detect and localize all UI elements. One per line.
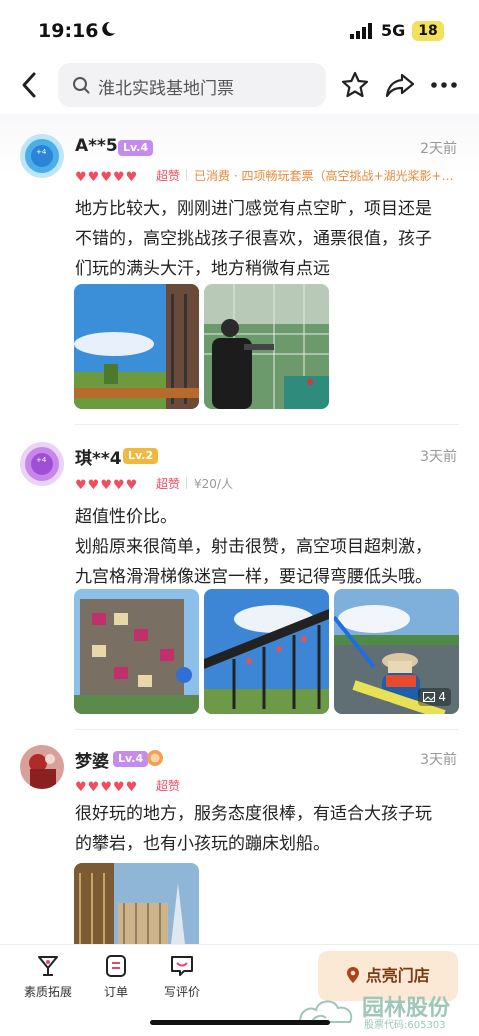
review-time: 3天前: [420, 752, 457, 768]
avatar[interactable]: [20, 745, 64, 789]
rating-praise: 超赞: [156, 169, 181, 183]
status-time: 19:16: [38, 20, 99, 42]
photo-count-badge: 4: [417, 688, 451, 706]
search-icon: [73, 77, 90, 94]
meta-separator: [186, 477, 187, 489]
level-badge: Lv.4: [113, 751, 149, 767]
home-indicator: [150, 1020, 330, 1025]
rating-praise: 超赞: [156, 779, 181, 793]
status-bar: 19:16 5G 18: [0, 0, 479, 58]
avatar[interactable]: +4: [20, 134, 64, 178]
signal-icon: [350, 23, 372, 39]
review-text[interactable]: 超值性价比。 划船原来很简单，射击很赞，高空项目超刺激， 九宫格滑滑梯像迷宫一样…: [75, 502, 465, 592]
tool-expand[interactable]: 素质拓展: [18, 953, 78, 1000]
top-nav: 淮北实践基地门票: [0, 58, 479, 114]
search-input[interactable]: 淮北实践基地门票: [58, 63, 326, 107]
review-item: +4 A**5 Lv.4 2天前 ♥♥♥♥♥ 超赞 已消费 · 四项畅玩套票（高…: [0, 114, 479, 424]
tool-orders-label: 订单: [103, 985, 128, 999]
search-text: 淮北实践基地门票: [98, 79, 234, 99]
rating-hearts: ♥♥♥♥♥: [75, 478, 138, 493]
svg-text:+4: +4: [36, 456, 47, 464]
tool-orders[interactable]: 订单: [86, 953, 146, 1000]
price-per-person: ¥20/人: [194, 477, 233, 491]
rating-praise: 超赞: [156, 477, 181, 491]
favorite-star-icon[interactable]: [340, 70, 370, 100]
review-photo[interactable]: [74, 589, 199, 714]
review-photo[interactable]: [204, 284, 329, 409]
network-type: 5G: [381, 21, 406, 40]
user-name[interactable]: A**5: [75, 136, 118, 156]
order-icon: [106, 955, 126, 977]
avatar[interactable]: +4: [20, 442, 64, 486]
user-name[interactable]: 琪**4: [75, 444, 122, 469]
photo-count: 4: [438, 690, 446, 704]
review-time: 3天前: [420, 449, 457, 465]
review-text[interactable]: 很好玩的地方，服务态度很棒，有适合大孩子玩 的攀岩，也有小孩玩的蹦床划船。: [75, 799, 465, 859]
level-badge: Lv.4: [118, 140, 154, 156]
achievement-badge-icon: [147, 750, 163, 766]
purchase-info[interactable]: 已消费 · 四项畅玩套票（高空挑战+湖光桨影+…: [194, 167, 460, 184]
review-photo[interactable]: [74, 863, 199, 944]
meta-separator: [186, 169, 187, 181]
moon-icon: [102, 21, 115, 36]
rating-hearts: ♥♥♥♥♥: [75, 780, 138, 795]
review-photo[interactable]: 4: [334, 589, 459, 714]
review-time: 2天前: [420, 141, 457, 157]
review-item: +4 琪**4 Lv.2 3天前 ♥♥♥♥♥ 超赞 ¥20/人 超值性价比。 划…: [0, 424, 479, 729]
battery-indicator: 18: [412, 21, 444, 41]
rating-hearts: ♥♥♥♥♥: [75, 170, 138, 185]
review-photo[interactable]: [204, 589, 329, 714]
watermark-code: 股票代码:605303: [364, 1020, 446, 1031]
cocktail-icon: [38, 956, 58, 976]
svg-text:+4: +4: [36, 148, 47, 156]
back-icon[interactable]: [18, 70, 40, 100]
review-text[interactable]: 地方比较大，刚刚进门感觉有点空旷，项目还是 不错的，高空挑战孩子很喜欢，通票很值…: [75, 194, 465, 284]
share-icon[interactable]: [384, 70, 416, 100]
write-review-icon: [171, 956, 193, 976]
review-item: 梦婆 Lv.4 3天前 ♥♥♥♥♥ 超赞 很好玩的地方，服务态度很棒，有适合大孩…: [0, 729, 479, 944]
image-icon: [422, 692, 435, 702]
tool-write-review-label: 写评价: [163, 985, 200, 999]
tool-expand-label: 素质拓展: [23, 985, 72, 999]
level-badge: Lv.2: [123, 448, 159, 464]
location-pin-icon: [347, 967, 360, 983]
more-icon[interactable]: [430, 70, 458, 100]
review-photo[interactable]: [74, 284, 199, 409]
tool-write-review[interactable]: 写评价: [152, 953, 212, 1000]
user-name[interactable]: 梦婆: [75, 747, 109, 772]
review-feed[interactable]: +4 A**5 Lv.4 2天前 ♥♥♥♥♥ 超赞 已消费 · 四项畅玩套票（高…: [0, 114, 479, 944]
light-up-store-label: 点亮门店: [365, 966, 430, 985]
